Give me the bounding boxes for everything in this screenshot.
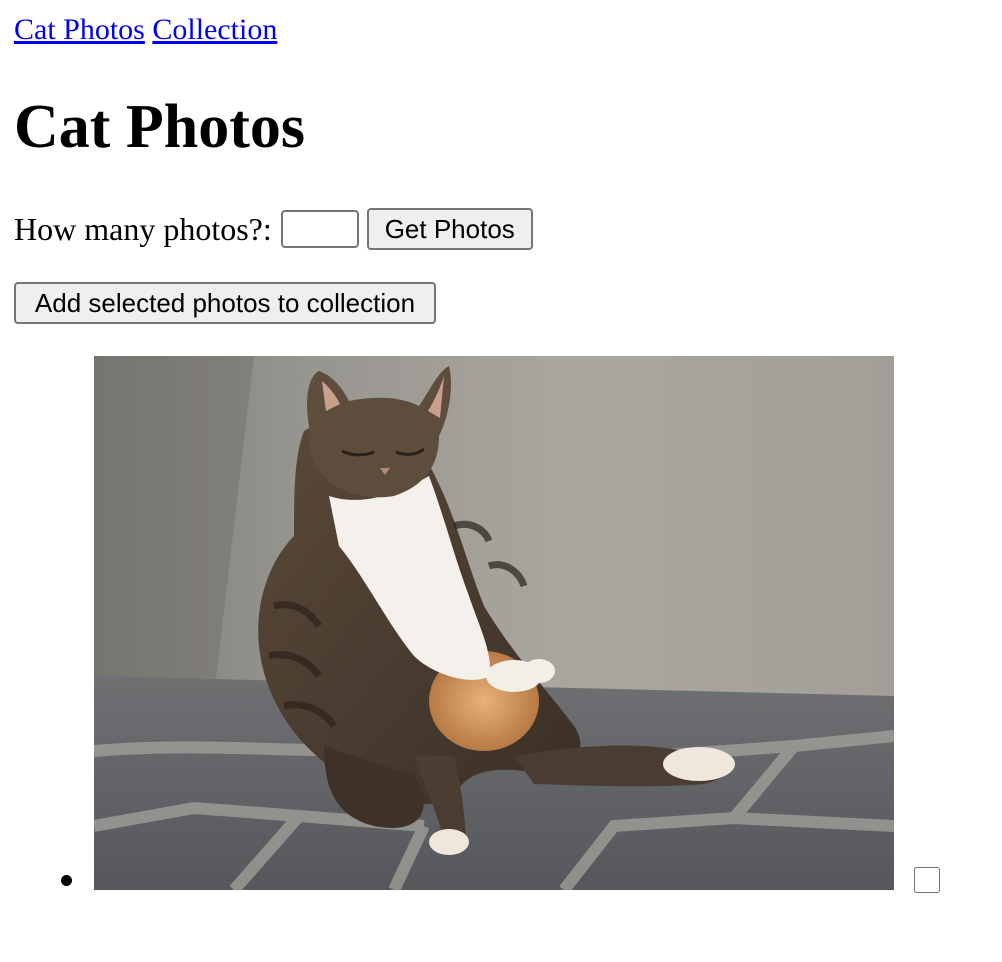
- top-nav: Cat Photos Collection: [14, 12, 277, 48]
- photo-count-label: How many photos?:: [14, 211, 272, 247]
- add-to-collection-button[interactable]: Add selected photos to collection: [14, 282, 436, 324]
- get-photos-button[interactable]: Get Photos: [366, 208, 533, 250]
- nav-link-cat-photos[interactable]: Cat Photos: [14, 13, 145, 46]
- page-title: Cat Photos: [14, 93, 306, 161]
- photo-count-input[interactable]: [280, 210, 359, 248]
- photo-count-form: How many photos?: Get Photos: [14, 208, 533, 250]
- cat-photo: [94, 356, 894, 890]
- photo-select-checkbox[interactable]: [914, 867, 940, 893]
- photo-list: [0, 356, 1002, 893]
- photo-list-item: [0, 356, 1002, 893]
- list-bullet: [61, 875, 72, 886]
- nav-link-collection[interactable]: Collection: [152, 13, 277, 46]
